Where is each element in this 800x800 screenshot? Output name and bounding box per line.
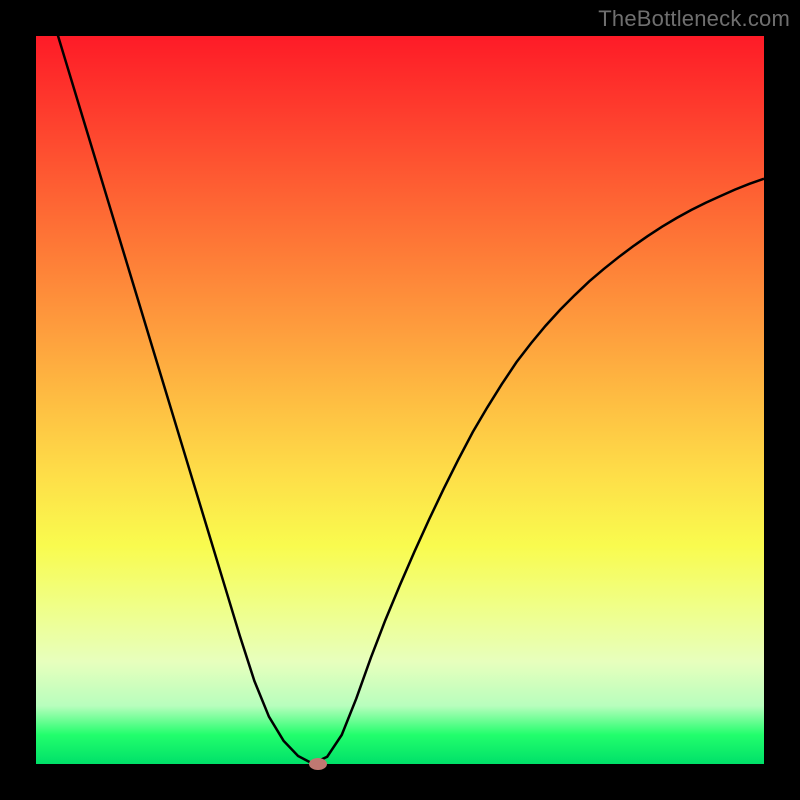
- minimum-marker: [309, 758, 327, 770]
- watermark-text: TheBottleneck.com: [598, 6, 790, 32]
- bottleneck-curve: [36, 36, 764, 764]
- plot-area: [36, 36, 764, 764]
- chart-container: TheBottleneck.com: [0, 0, 800, 800]
- curve-svg: [36, 36, 764, 764]
